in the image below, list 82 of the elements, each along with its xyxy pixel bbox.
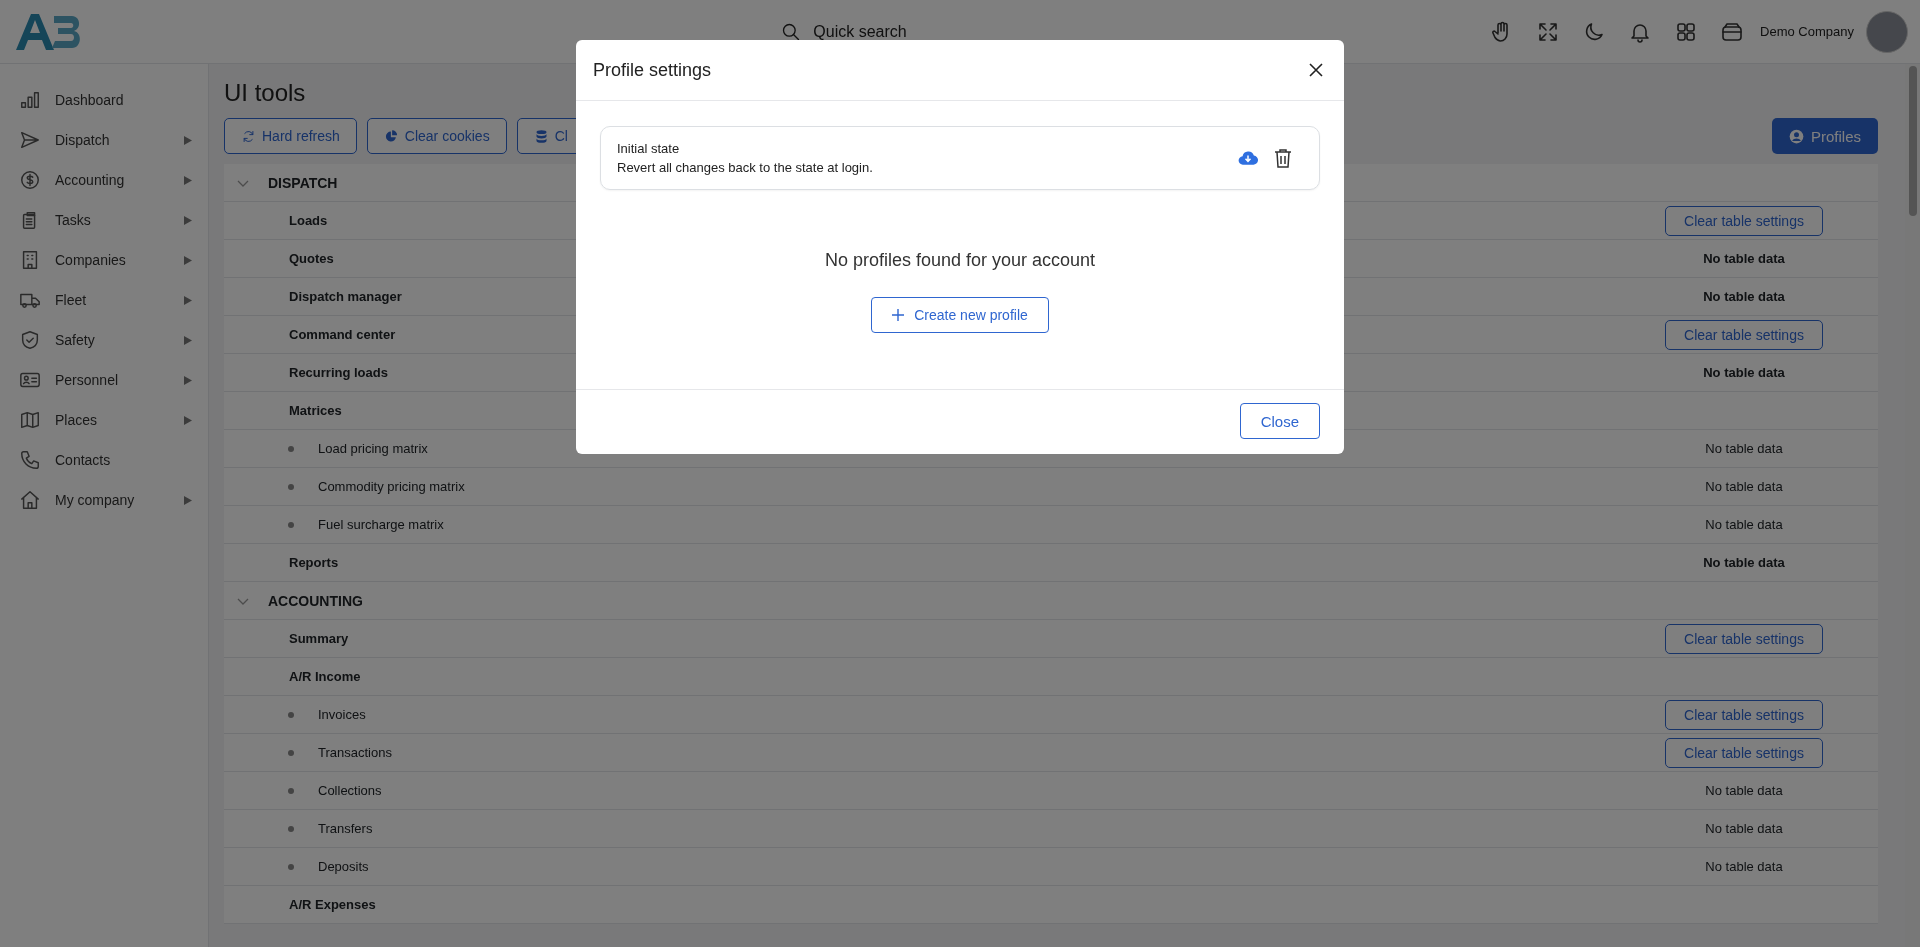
close-dialog-button[interactable]: Close (1239, 403, 1320, 439)
cloud-download-icon (1238, 149, 1258, 167)
profile-description: Revert all changes back to the state at login. (617, 160, 874, 175)
status-text: No table data (1705, 859, 1783, 874)
bullet-icon (288, 711, 294, 718)
bar-chart-icon (19, 89, 41, 111)
status-text: No table data (1703, 555, 1785, 570)
row-label: A/R Expenses (288, 897, 376, 912)
profiles-button[interactable]: Profiles (1771, 118, 1878, 154)
row-label: Collections (317, 783, 382, 798)
page-title: UI tools (224, 78, 307, 108)
sidebar-item[interactable]: Dashboard (0, 80, 208, 120)
row-label: Commodity pricing matrix (317, 479, 465, 494)
search-icon (781, 21, 802, 42)
row-label: Summary (288, 631, 349, 646)
empty-state-text: No profiles found for your account (823, 250, 1097, 271)
bullet-icon (288, 825, 294, 832)
row-label: Load pricing matrix (317, 441, 428, 456)
house-icon (19, 489, 41, 511)
sidebar-item[interactable]: Accounting (0, 160, 208, 200)
row-label: Deposits (317, 859, 369, 874)
sidebar-item[interactable]: Dispatch (0, 120, 208, 160)
create-profile-button[interactable]: Create new profile (871, 297, 1049, 333)
status-text: No table data (1703, 251, 1785, 266)
row-label: Dispatch manager (288, 289, 402, 304)
section-title: ACCOUNTING (268, 592, 363, 609)
sidebar-item[interactable]: Places (0, 400, 208, 440)
shield-check-icon (19, 329, 41, 351)
status-text: No table data (1705, 783, 1783, 798)
bullet-icon (288, 445, 294, 452)
status-text: No table data (1705, 821, 1783, 836)
dollar-circle-icon (19, 169, 41, 191)
row-label: Transfers (317, 821, 373, 836)
clear-table-settings-button[interactable]: Clear table settings (1665, 699, 1823, 730)
sidebar-item[interactable]: Contacts (0, 440, 208, 480)
clear-table-settings-button[interactable]: Clear table settings (1665, 319, 1823, 350)
plus-icon (892, 309, 905, 321)
paper-plane-icon (19, 129, 41, 151)
section-title: DISPATCH (268, 174, 338, 191)
row-label: Fuel surcharge matrix (317, 517, 444, 532)
refresh-icon (241, 128, 256, 144)
bullet-icon (288, 863, 294, 870)
row-label: Loads (288, 213, 328, 228)
status-text: No table data (1705, 517, 1783, 532)
bullet-icon (288, 749, 294, 756)
quick-search-button[interactable]: Quick search (773, 17, 915, 46)
clear-table-settings-button[interactable]: Clear table settings (1665, 623, 1823, 654)
sidebar-item[interactable]: Fleet (0, 280, 208, 320)
row-label: Quotes (288, 251, 334, 266)
row-label: Recurring loads (288, 365, 388, 380)
scrollbar-thumb[interactable] (1908, 66, 1917, 216)
close-icon (1308, 62, 1324, 78)
sidebar-item[interactable]: Safety (0, 320, 208, 360)
sidebar-item[interactable]: My company (0, 480, 208, 520)
clear-table-settings-button[interactable]: Clear table settings (1665, 737, 1823, 768)
row-label: Invoices (317, 707, 366, 722)
clear-table-settings-button[interactable]: Clear table settings (1665, 205, 1823, 236)
status-text: No table data (1703, 365, 1785, 380)
toolbar-button[interactable]: Hard refresh (224, 118, 357, 154)
avatar[interactable] (1866, 10, 1908, 53)
dialog-title: Profile settings (593, 59, 713, 81)
pie-chart-icon (383, 128, 399, 144)
status-text: No table data (1705, 479, 1783, 494)
row-label: Command center (288, 327, 396, 342)
map-icon (19, 409, 41, 431)
sidebar-item[interactable]: Personnel (0, 360, 208, 400)
sidebar-item[interactable]: Tasks (0, 200, 208, 240)
bullet-icon (288, 483, 294, 490)
phone-icon (19, 449, 41, 471)
company-name: Demo Company (1760, 24, 1854, 39)
status-text: No table data (1705, 441, 1783, 456)
row-label: Transactions (317, 745, 392, 760)
status-text: No table data (1703, 289, 1785, 304)
trash-icon (1274, 148, 1292, 168)
row-label: Matrices (288, 403, 342, 418)
toolbar-button[interactable]: Clear cookies (366, 118, 507, 154)
user-circle-icon (1788, 128, 1804, 144)
row-label: A/R Income (288, 669, 361, 684)
sidebar-item[interactable]: Companies (0, 240, 208, 280)
row-label: Reports (288, 555, 339, 570)
bullet-icon (288, 521, 294, 528)
bullet-icon (288, 787, 294, 794)
